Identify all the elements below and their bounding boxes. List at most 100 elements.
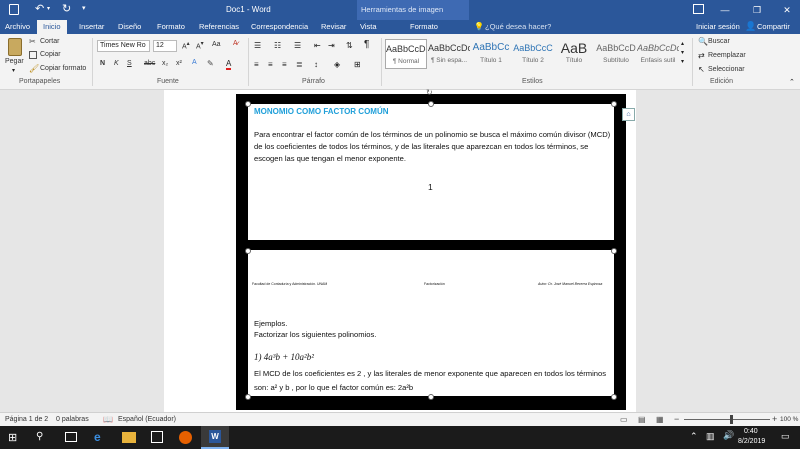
styles-more-icon[interactable]: ▴ ▾ ▾ xyxy=(681,40,684,67)
windows-start-icon[interactable]: ⊞ xyxy=(8,431,17,444)
word-count[interactable]: 0 palabras xyxy=(56,416,89,423)
firefox-icon[interactable] xyxy=(179,431,192,444)
close-button[interactable]: ✕ xyxy=(774,0,800,20)
store-icon[interactable] xyxy=(151,431,163,443)
bold-button[interactable]: N xyxy=(100,60,105,67)
decrease-indent-icon[interactable]: ⇤ xyxy=(314,41,321,50)
print-layout-icon[interactable]: ▤ xyxy=(638,415,646,424)
paste-icon[interactable] xyxy=(8,38,22,56)
style-heading-1[interactable]: AaBbCc Título 1 xyxy=(470,39,512,69)
share-button[interactable]: Compartir xyxy=(757,20,790,34)
superscript-button[interactable]: x² xyxy=(176,60,182,67)
volume-icon[interactable]: 🔊 xyxy=(723,430,734,441)
paste-dropdown-icon[interactable]: ▾ xyxy=(12,67,15,74)
borders-icon[interactable]: ⊞ xyxy=(354,60,361,69)
tab-vista[interactable]: Vista xyxy=(360,20,377,34)
shading-icon[interactable]: ◈ xyxy=(334,60,340,69)
collapse-ribbon-icon[interactable]: ⌃ xyxy=(789,78,795,86)
justify-icon[interactable]: ≣ xyxy=(296,60,303,69)
tab-revisar[interactable]: Revisar xyxy=(321,20,346,34)
replace-button[interactable]: Reemplazar xyxy=(708,52,746,59)
picture-page-top[interactable]: MONOMIO COMO FACTOR COMÚN Para encontrar… xyxy=(248,104,614,240)
format-painter-button[interactable]: Copiar formato xyxy=(40,65,86,72)
sort-icon[interactable]: ⇅ xyxy=(346,41,353,50)
resize-handle[interactable] xyxy=(611,101,617,107)
layout-options-icon[interactable]: ⌂ xyxy=(622,108,635,121)
cut-button[interactable]: Cortar xyxy=(40,38,59,45)
zoom-in-icon[interactable]: + xyxy=(772,414,777,424)
line-spacing-icon[interactable]: ↕ xyxy=(314,60,318,69)
align-right-icon[interactable]: ≡ xyxy=(282,60,287,69)
sign-in-link[interactable]: Iniciar sesión xyxy=(696,20,740,34)
align-center-icon[interactable]: ≡ xyxy=(268,60,273,69)
text-effects-icon[interactable]: A xyxy=(192,59,197,66)
file-explorer-icon[interactable] xyxy=(122,432,136,443)
resize-handle[interactable] xyxy=(428,394,434,400)
show-marks-button[interactable]: ¶ xyxy=(364,39,369,50)
customize-qat-icon[interactable]: ▾ xyxy=(82,4,86,12)
page-count[interactable]: Página 1 de 2 xyxy=(5,416,48,423)
style-subtitle[interactable]: AaBbCcD Subtítulo xyxy=(595,39,637,69)
network-icon[interactable]: ▥ xyxy=(706,431,715,442)
style-subtle-emphasis[interactable]: AaBbCcDc Énfasis sutil xyxy=(637,39,679,69)
undo-dropdown-icon[interactable]: ▾ xyxy=(47,5,50,12)
clock-date[interactable]: 8/2/2019 xyxy=(738,438,765,445)
zoom-out-icon[interactable]: − xyxy=(674,414,679,424)
tab-insertar[interactable]: Insertar xyxy=(79,20,104,34)
task-view-icon[interactable] xyxy=(65,432,77,442)
resize-handle[interactable] xyxy=(245,394,251,400)
increase-indent-icon[interactable]: ⇥ xyxy=(328,41,335,50)
tab-formato[interactable]: Formato xyxy=(157,20,185,34)
style-heading-2[interactable]: AaBbCcC Título 2 xyxy=(512,39,554,69)
web-layout-icon[interactable]: ▦ xyxy=(656,415,664,424)
highlight-icon[interactable]: ✎ xyxy=(207,59,214,68)
clear-format-icon[interactable]: A̷ xyxy=(233,40,238,47)
change-case-icon[interactable]: Aa xyxy=(212,41,221,48)
subscript-button[interactable]: x₂ xyxy=(162,60,168,67)
resize-handle[interactable] xyxy=(611,248,617,254)
tab-correspondencia[interactable]: Correspondencia xyxy=(251,20,308,34)
tray-chevron-icon[interactable]: ⌃ xyxy=(690,431,698,442)
save-icon[interactable] xyxy=(9,4,19,15)
edge-icon[interactable]: e xyxy=(94,430,101,444)
ribbon-display-options-icon[interactable] xyxy=(693,4,704,14)
copy-button[interactable]: Copiar xyxy=(40,51,61,58)
tab-diseno[interactable]: Diseño xyxy=(118,20,141,34)
underline-button[interactable]: S xyxy=(127,60,132,67)
redo-icon[interactable]: ↻ xyxy=(62,2,71,15)
tab-inicio[interactable]: Inicio xyxy=(37,20,67,34)
word-taskbar-button[interactable]: W xyxy=(201,426,229,449)
bullets-icon[interactable]: ☰ xyxy=(254,41,261,50)
zoom-slider-thumb[interactable] xyxy=(730,415,733,424)
language[interactable]: Español (Ecuador) xyxy=(118,416,176,423)
tab-formato-imagen[interactable]: Formato xyxy=(410,20,438,34)
read-mode-icon[interactable]: ▭ xyxy=(620,415,628,424)
zoom-level[interactable]: 100 % xyxy=(780,416,798,423)
rotate-handle-icon[interactable]: ↻ xyxy=(426,88,433,97)
font-color-icon[interactable]: A xyxy=(226,59,232,70)
numbering-icon[interactable]: ☷ xyxy=(274,41,281,50)
zoom-slider[interactable] xyxy=(684,415,770,424)
paste-button[interactable]: Pegar xyxy=(5,58,24,65)
minimize-button[interactable]: — xyxy=(712,0,738,20)
tab-archivo[interactable]: Archivo xyxy=(5,20,30,34)
strikethrough-button[interactable]: abc xyxy=(144,60,155,67)
resize-handle[interactable] xyxy=(245,101,251,107)
multilevel-list-icon[interactable]: ☰ xyxy=(294,41,301,50)
style-no-spacing[interactable]: AaBbCcDc ¶ Sin espa... xyxy=(428,39,470,69)
find-button[interactable]: Buscar xyxy=(708,38,730,45)
italic-button[interactable]: K xyxy=(114,60,119,67)
notifications-icon[interactable]: ▭ xyxy=(781,431,790,442)
tell-me-input[interactable]: ¿Qué desea hacer? xyxy=(485,20,551,34)
style-normal[interactable]: AaBbCcDc ¶ Normal xyxy=(385,39,427,69)
tab-referencias[interactable]: Referencias xyxy=(199,20,239,34)
font-name-select[interactable]: Times New Ro xyxy=(97,40,150,52)
resize-handle[interactable] xyxy=(428,101,434,107)
style-title[interactable]: AaB Título xyxy=(553,39,595,69)
align-left-icon[interactable]: ≡ xyxy=(254,60,259,69)
font-size-select[interactable]: 12 xyxy=(153,40,177,52)
resize-handle[interactable] xyxy=(611,394,617,400)
select-button[interactable]: Seleccionar xyxy=(708,66,745,73)
search-icon[interactable]: ⚲ xyxy=(36,431,43,442)
clock-time[interactable]: 0:40 xyxy=(744,428,758,435)
